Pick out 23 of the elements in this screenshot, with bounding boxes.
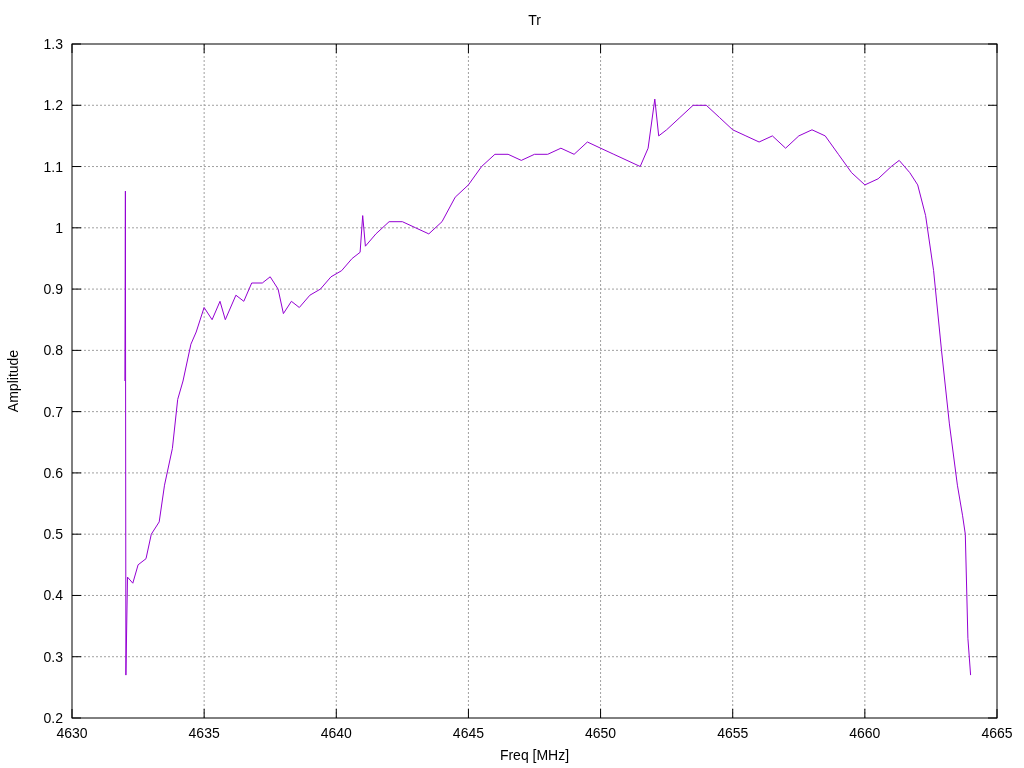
x-tick-label: 4640 [320, 725, 352, 741]
y-tick-label: 0.9 [43, 281, 63, 298]
y-tick-label: 0.5 [43, 526, 63, 543]
y-axis-label: Amplitude [5, 349, 21, 413]
x-tick-label: 4650 [585, 725, 617, 741]
y-tick-label: 0.2 [43, 710, 63, 726]
y-tick-label: 0.4 [43, 587, 63, 604]
y-tick-label: 0.3 [43, 648, 63, 665]
x-tick-label: 4665 [981, 725, 1013, 741]
y-tick-label: 0.7 [43, 403, 63, 420]
y-tick-label: 0.8 [43, 342, 63, 359]
y-tick-label: 0.6 [43, 464, 63, 481]
x-tick-label: 4635 [188, 725, 220, 741]
x-tick-label: 4630 [56, 725, 88, 741]
x-tick-label: 4645 [452, 725, 484, 741]
y-tick-label: 1 [55, 219, 63, 236]
y-tick-label: 1.1 [43, 158, 63, 175]
y-tick-label: 1.2 [43, 97, 63, 114]
chart-title: Tr [528, 12, 541, 28]
x-tick-label: 4655 [717, 725, 749, 741]
x-tick-label: 4660 [849, 725, 881, 741]
y-tick-label: 1.3 [43, 36, 63, 52]
x-axis-label: Freq [MHz] [499, 747, 570, 763]
